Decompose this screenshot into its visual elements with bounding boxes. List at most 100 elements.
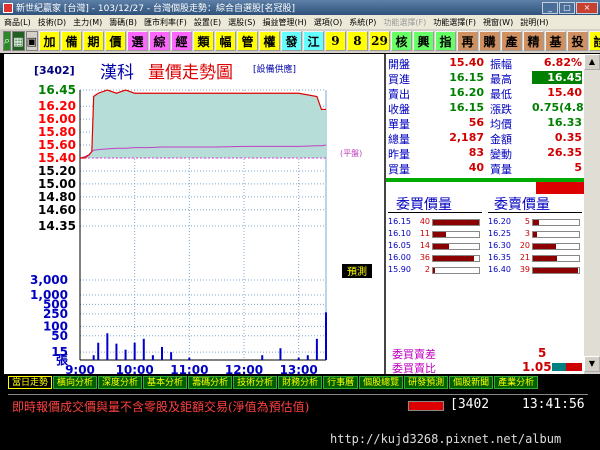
menu-item[interactable]: 技術(D) <box>38 17 66 28</box>
toolbar-button[interactable]: 期 <box>82 31 104 51</box>
tab-8[interactable]: 個股總覽 <box>359 376 404 389</box>
quote-panel: 開盤 15.40 振幅 6.82% 買進 16.15 最高 16.45 賣出 16.20 最低 15.… <box>386 54 597 178</box>
toolbar-button[interactable]: 診 <box>588 31 600 51</box>
price-tick-label: 15.40 <box>38 151 76 165</box>
menu-item[interactable]: 系統(P) <box>349 17 376 28</box>
grid-icon[interactable]: ▣ <box>25 31 38 51</box>
tab-7[interactable]: 行事曆 <box>323 376 359 389</box>
toolbar-button[interactable]: 基 <box>544 31 566 51</box>
minimize-button[interactable]: _ <box>542 1 558 14</box>
toolbar-button[interactable]: 再 <box>456 31 478 51</box>
tab-6[interactable]: 財務分析 <box>278 376 323 389</box>
quote-row: 買量 40 賣量 5 <box>386 161 584 176</box>
asks-volume: 20 <box>519 241 530 250</box>
toolbar-button[interactable]: 興 <box>412 31 434 51</box>
tab-11[interactable]: 產業分析 <box>494 376 539 389</box>
quote-value: 0.75(4.87) <box>532 101 597 114</box>
volume-bar <box>142 338 145 360</box>
tab-2[interactable]: 深度分析 <box>98 376 143 389</box>
quote-label: 賣出 <box>388 88 410 101</box>
volume-bar <box>170 352 173 360</box>
menu-item[interactable]: 功能選擇(F) <box>433 17 476 28</box>
toolbar-button[interactable]: 管 <box>236 31 258 51</box>
asks-volume-bar <box>532 255 580 262</box>
menu-item[interactable]: 主力(M) <box>73 17 102 28</box>
quote-label: 變動 <box>490 148 512 161</box>
toolbar-button[interactable]: 價 <box>104 31 126 51</box>
time-tick-label: 12:00 <box>225 363 263 374</box>
asks-row: 16.30 20 <box>488 241 582 253</box>
toolbar-button[interactable]: 加 <box>38 31 60 51</box>
volume-tick-label: 50 <box>51 329 68 343</box>
scroll-down-icon[interactable]: ▼ <box>584 356 600 372</box>
price-volume-chart: [3402] 漢科 量價走勢圖 [設備供應] 16.45 16.20 16.00 15… <box>4 54 386 374</box>
scroll-up-icon[interactable]: ▲ <box>584 54 600 70</box>
chart-icon[interactable]: ▦ <box>12 31 25 51</box>
analysis-tabs: 當日走勢 橫向分析 深度分析 基本分析 籌碼分析 技術分析 財務分析 行事曆 個股總覽 研發預測個… <box>8 376 588 390</box>
forecast-button[interactable]: 預測 <box>342 264 372 278</box>
quote-label: 最低 <box>490 88 512 101</box>
toolbar-button[interactable]: 備 <box>60 31 82 51</box>
toolbar-button[interactable]: 經 <box>170 31 192 51</box>
toolbar-button[interactable]: 產 <box>500 31 522 51</box>
quote-row: 收盤 16.15 漲跌 0.75(4.87) <box>386 101 597 116</box>
toolbar-button[interactable]: 指 <box>434 31 456 51</box>
quote-label: 收盤 <box>388 103 410 116</box>
tab-1[interactable]: 橫向分析 <box>53 376 98 389</box>
tab-3[interactable]: 基本分析 <box>143 376 188 389</box>
toolbar-button[interactable]: 29 <box>368 31 390 51</box>
bid-ask-bar <box>386 178 584 194</box>
status-bar: 即時報價成交價與量不含零股及鉅額交易(淨值為預估值) [3402 13:41:5… <box>8 394 588 416</box>
toolbar-button[interactable]: 江 <box>302 31 324 51</box>
price-tick-label: 15.80 <box>38 125 76 139</box>
order-book: 委買價量 委賣價量 16.15 40 16.10 11 16.05 14 16.00 36 15… <box>386 194 584 344</box>
bids-row: 16.05 14 <box>388 241 482 253</box>
toolbar-button[interactable]: 發 <box>280 31 302 51</box>
volume-bar <box>133 342 136 360</box>
menu-item[interactable]: 視窗(W) <box>483 17 513 28</box>
toolbar-button[interactable]: 購 <box>478 31 500 51</box>
toolbar-button[interactable]: 權 <box>258 31 280 51</box>
toolbar-button[interactable]: 類 <box>192 31 214 51</box>
bids-row: 15.90 2 <box>388 265 482 277</box>
menu-item[interactable]: 商品(L) <box>4 17 31 28</box>
close-button[interactable]: × <box>576 1 598 14</box>
ratio-bar <box>552 363 582 371</box>
toolbar-button[interactable]: 9 <box>324 31 346 51</box>
menu-item[interactable]: 匯市利率(F) <box>144 17 187 28</box>
scroll-thumb[interactable] <box>584 70 600 356</box>
toolbar-button[interactable]: 精 <box>522 31 544 51</box>
toolbar-button[interactable]: 綜 <box>148 31 170 51</box>
menu-item[interactable]: 選股(S) <box>228 17 255 28</box>
menu-item[interactable]: 籌碼(B) <box>109 17 137 28</box>
quote-label: 最高 <box>490 73 512 86</box>
quote-row: 昨量 83 變動 26.35 <box>386 146 584 161</box>
tab-10[interactable]: 個股新聞 <box>449 376 494 389</box>
tab-9[interactable]: 研發預測 <box>404 376 449 389</box>
menu-item[interactable]: 功能選擇(F) <box>383 17 426 28</box>
stat-panel: 委買賣差 5 委買賣比 1.05 <box>386 344 584 375</box>
toolbar-button[interactable]: 幅 <box>214 31 236 51</box>
menu-item[interactable]: 選項(O) <box>314 17 343 28</box>
volume-bar <box>106 333 109 360</box>
quote-value: 6.82% <box>543 56 582 69</box>
menu-item[interactable]: 損益管理(H) <box>262 17 306 28</box>
menu-item[interactable]: 說明(H) <box>520 17 548 28</box>
search-icon[interactable]: ⌕ <box>3 31 12 51</box>
quote-value: 15.40 <box>449 56 484 69</box>
toolbar-button[interactable]: 核 <box>390 31 412 51</box>
quote-row: 開盤 15.40 振幅 6.82% <box>386 56 584 71</box>
tab-4[interactable]: 籌碼分析 <box>188 376 233 389</box>
toolbar: ⌕ ▦ ▣ 加備期價選綜經類幅管權發江 9 8 29 核興指再購產精基投診 <box>0 29 600 53</box>
toolbar-button[interactable]: 投 <box>566 31 588 51</box>
vertical-scrollbar[interactable]: ▲ ▼ <box>584 54 600 374</box>
maximize-button[interactable]: □ <box>559 1 575 14</box>
quote-label: 漲跌 <box>490 103 512 116</box>
toolbar-button[interactable]: 8 <box>346 31 368 51</box>
menu-item[interactable]: 設置(E) <box>194 17 221 28</box>
toolbar-button[interactable]: 選 <box>126 31 148 51</box>
tab-0[interactable]: 當日走勢 <box>8 376 53 389</box>
quote-label: 昨量 <box>388 148 410 161</box>
price-tick-label: 16.45 <box>38 83 76 97</box>
tab-5[interactable]: 技術分析 <box>233 376 278 389</box>
